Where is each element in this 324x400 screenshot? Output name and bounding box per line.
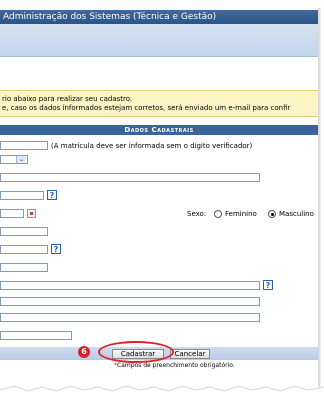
page-shadow xyxy=(318,8,321,388)
window-title-bar: Administração dos Sistemas (Técnica e Ge… xyxy=(0,10,318,24)
notice-line-2: e, caso os dados informados estejam corr… xyxy=(2,104,291,112)
login-input[interactable] xyxy=(0,313,260,322)
calendar-icon[interactable] xyxy=(27,209,36,218)
instruction-notice: rio abaixo para realizar seu cadastro. e… xyxy=(0,90,318,117)
mandatory-text: Campos de preenchimento obrigatório. xyxy=(117,362,235,369)
email-confirm-input[interactable] xyxy=(0,297,260,306)
matricula-hint: (A matrícula deve ser informada sem o dí… xyxy=(51,142,253,150)
step-badge: 6 xyxy=(78,346,90,358)
cancel-button[interactable]: Cancelar xyxy=(170,349,210,359)
window-title: Administração dos Sistemas (Técnica e Ge… xyxy=(3,12,217,22)
torn-edge-bottom xyxy=(0,385,324,400)
rg-input[interactable] xyxy=(0,227,48,236)
section-title: Dados Cadastrais xyxy=(0,125,318,135)
highlight-circle xyxy=(98,341,174,363)
birthdate-input[interactable] xyxy=(0,209,24,218)
divider xyxy=(0,56,318,57)
radio-masculino[interactable] xyxy=(268,210,276,218)
help-icon[interactable]: ? xyxy=(47,190,57,200)
password-input[interactable] xyxy=(0,331,72,340)
screenshot-frame: Administração dos Sistemas (Técnica e Ge… xyxy=(0,0,324,400)
torn-edge-top xyxy=(0,0,324,8)
radio-masculino-label: Masculino xyxy=(279,210,314,218)
name-input[interactable] xyxy=(0,173,260,182)
mandatory-note: *Campos de preenchimento obrigatório. xyxy=(114,362,235,369)
notice-line-1: rio abaixo para realizar seu cadastro. xyxy=(2,95,133,103)
matricula-input[interactable] xyxy=(0,141,48,150)
cpf-input[interactable] xyxy=(0,191,44,200)
phone-input[interactable] xyxy=(0,263,48,272)
email-input[interactable] xyxy=(0,281,260,290)
orgao-input[interactable] xyxy=(0,245,48,254)
sex-label: Sexo: xyxy=(187,210,207,218)
help-icon[interactable]: ? xyxy=(263,280,273,290)
chevron-down-icon: ⌄ xyxy=(16,156,26,163)
radio-feminino[interactable] xyxy=(214,210,222,218)
radio-feminino-label: Feminino xyxy=(225,210,257,218)
registration-form: (A matrícula deve ser informada sem o dí… xyxy=(0,135,318,347)
menu-bar xyxy=(0,24,318,56)
help-icon[interactable]: ? xyxy=(51,244,61,254)
type-select[interactable]: ⌄ xyxy=(0,155,28,164)
